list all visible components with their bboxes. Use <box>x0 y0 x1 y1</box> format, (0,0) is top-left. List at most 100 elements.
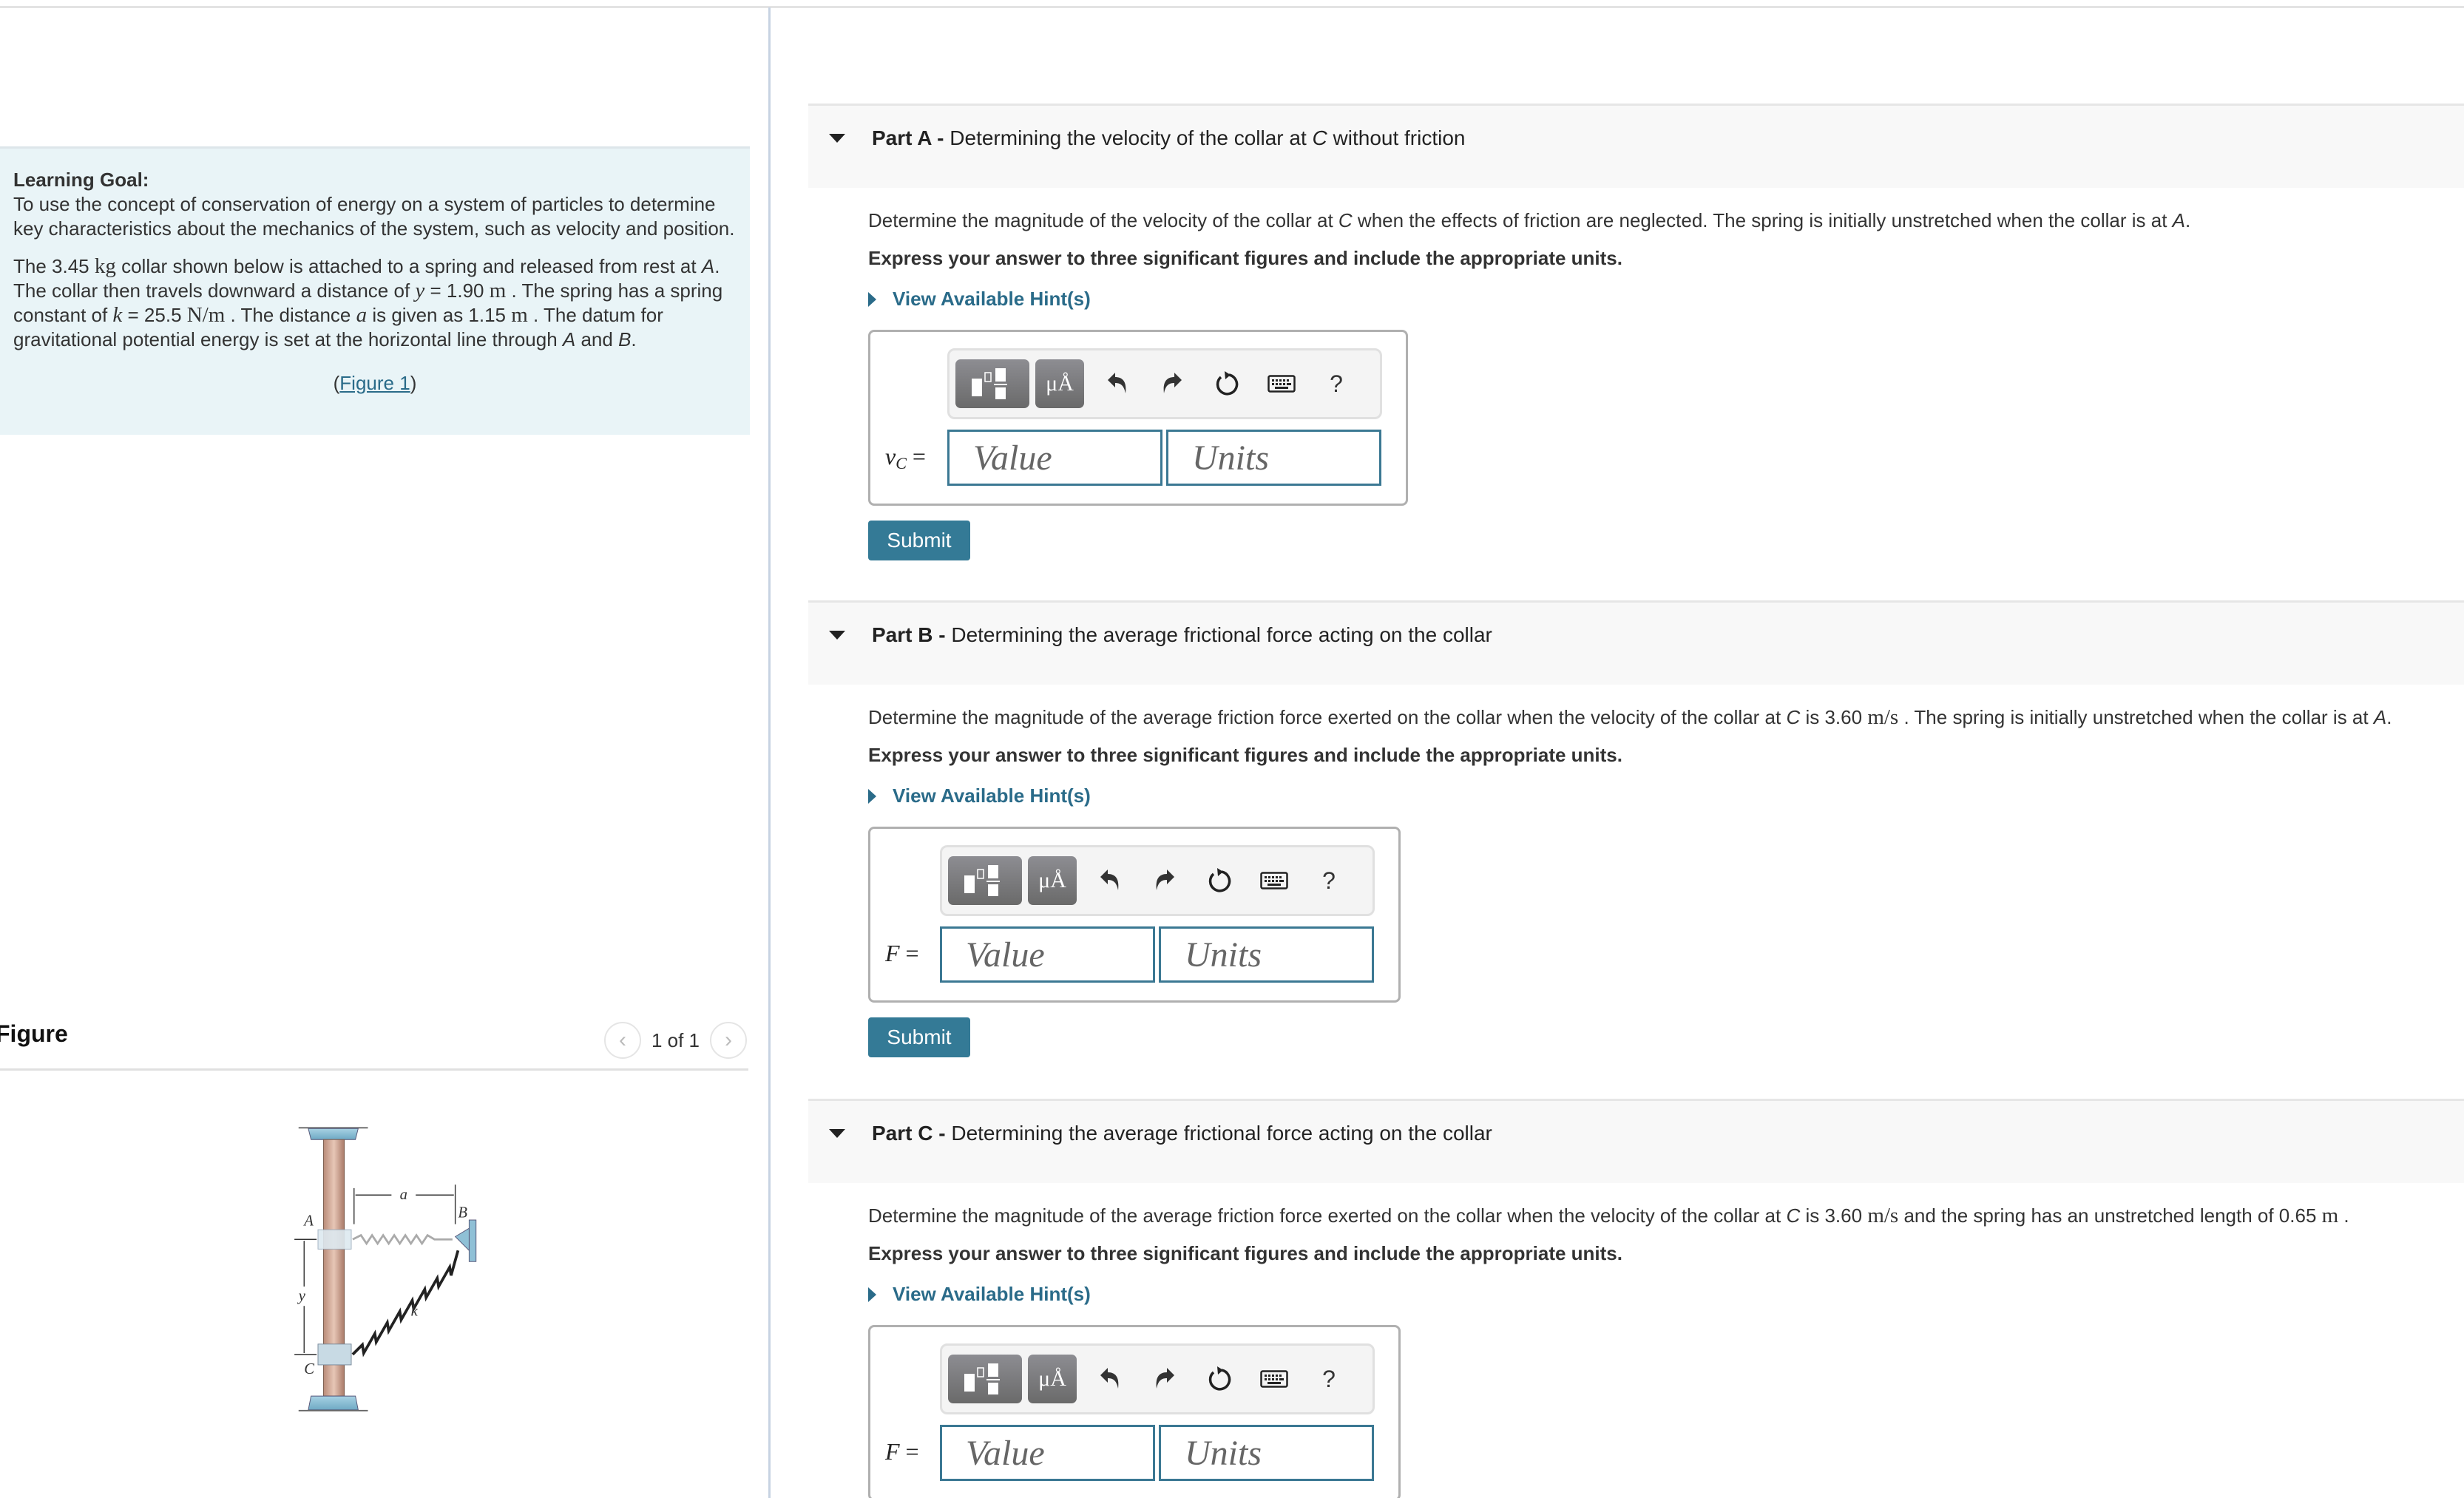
reset-icon <box>1208 1366 1231 1391</box>
collapse-triangle-icon[interactable] <box>829 1129 845 1138</box>
redo-icon <box>1163 373 1182 393</box>
chevron-left-icon: ‹ <box>618 1028 626 1052</box>
caret-right-icon <box>868 1287 876 1302</box>
templates-icon <box>964 1363 1000 1394</box>
help-icon: ? <box>1322 867 1336 894</box>
part-b-instruction: Express your answer to three significant… <box>868 744 1622 766</box>
pane-divider[interactable] <box>768 7 771 1498</box>
math-toolbar: μÅ ? <box>940 845 1375 916</box>
math-toolbar: μÅ ? <box>940 1343 1375 1414</box>
part-b-units-input[interactable] <box>1159 926 1374 983</box>
part-b-body: Determine the magnitude of the average f… <box>808 705 2464 1057</box>
part-c-answer-box: μÅ ? F = <box>868 1325 1401 1498</box>
prev-figure-button[interactable]: ‹ <box>603 1022 641 1059</box>
learning-goal-panel: Learning Goal: To use the concept of con… <box>0 146 750 435</box>
next-figure-button[interactable]: › <box>710 1022 747 1059</box>
part-a-submit-button[interactable]: Submit <box>868 521 970 560</box>
keyboard-button[interactable] <box>1247 1355 1302 1403</box>
problem-statement: The 3.45 kg collar shown below is attach… <box>13 254 723 350</box>
units-button[interactable]: μÅ <box>1028 856 1077 905</box>
templates-button[interactable] <box>948 1355 1022 1403</box>
undo-button[interactable] <box>1083 1355 1137 1403</box>
templates-button[interactable] <box>955 359 1029 408</box>
figure-pager: ‹ 1 of 1 › <box>603 1022 747 1059</box>
part-c-value-input[interactable] <box>940 1425 1155 1481</box>
collar-spring-figure: a B A y C k <box>294 1127 477 1411</box>
top-cap <box>308 1128 359 1140</box>
figure-1-link[interactable]: Figure 1 <box>339 372 410 394</box>
collapse-triangle-icon[interactable] <box>829 134 845 143</box>
undo-icon <box>1108 373 1126 393</box>
help-icon: ? <box>1330 370 1343 397</box>
part-b-value-input[interactable] <box>940 926 1155 983</box>
chevron-right-icon: › <box>725 1028 732 1052</box>
figure-header: Figure ‹ 1 of 1 › <box>0 1017 748 1071</box>
reset-button[interactable] <box>1199 359 1254 408</box>
redo-button[interactable] <box>1145 359 1199 408</box>
redo-icon <box>1156 870 1174 890</box>
bracket <box>454 1227 470 1252</box>
part-a-header[interactable]: Part A - Determining the velocity of the… <box>808 104 2464 188</box>
part-a-prompt: Determine the magnitude of the velocity … <box>868 209 2191 231</box>
part-a-instruction: Express your answer to three significant… <box>868 247 1622 269</box>
units-icon: μÅ <box>1038 1366 1066 1391</box>
part-c-header[interactable]: Part C - Determining the average frictio… <box>808 1099 2464 1183</box>
part-c-title: Part C - Determining the average frictio… <box>872 1122 1492 1145</box>
part-a-value-input[interactable] <box>947 430 1162 486</box>
top-rule <box>0 6 2464 8</box>
part-b-title: Part B - Determining the average frictio… <box>872 623 1492 646</box>
collar-at-a <box>317 1229 352 1250</box>
figure-title: Figure <box>0 1020 68 1047</box>
part-c-instruction: Express your answer to three significant… <box>868 1242 1622 1264</box>
units-button[interactable]: μÅ <box>1028 1355 1077 1403</box>
part-a-answer-box: μÅ ? vC = <box>868 330 1408 506</box>
spring-stretched <box>351 1250 460 1358</box>
redo-button[interactable] <box>1137 856 1192 905</box>
help-button[interactable]: ? <box>1302 856 1356 905</box>
undo-button[interactable] <box>1083 856 1137 905</box>
part-c-units-input[interactable] <box>1159 1425 1374 1481</box>
help-icon: ? <box>1322 1365 1336 1392</box>
collapse-triangle-icon[interactable] <box>829 631 845 640</box>
help-button[interactable]: ? <box>1309 359 1364 408</box>
wall-bracket-b <box>468 1219 477 1262</box>
part-b-header[interactable]: Part B - Determining the average frictio… <box>808 600 2464 685</box>
part-b-view-hints[interactable]: View Available Hint(s) <box>868 784 2464 807</box>
part-c-view-hints[interactable]: View Available Hint(s) <box>868 1283 2464 1306</box>
part-c: Part C - Determining the average frictio… <box>808 1099 2464 1498</box>
reset-button[interactable] <box>1192 856 1247 905</box>
collar-at-c <box>317 1343 352 1366</box>
bottom-cap <box>308 1395 359 1411</box>
part-c-body: Determine the magnitude of the average f… <box>808 1204 2464 1498</box>
caret-right-icon <box>868 291 876 307</box>
keyboard-icon <box>1267 375 1296 393</box>
part-b-answer-box: μÅ ? F = <box>868 827 1401 1003</box>
undo-button[interactable] <box>1090 359 1145 408</box>
keyboard-button[interactable] <box>1254 359 1309 408</box>
templates-button[interactable] <box>948 856 1022 905</box>
part-a: Part A - Determining the velocity of the… <box>808 104 2464 560</box>
label-b: B <box>458 1204 467 1221</box>
part-a-body: Determine the magnitude of the velocity … <box>808 209 2464 560</box>
redo-button[interactable] <box>1137 1355 1192 1403</box>
label-a: a <box>400 1187 407 1203</box>
part-b-submit-button[interactable]: Submit <box>868 1017 970 1057</box>
keyboard-button[interactable] <box>1247 856 1302 905</box>
learning-goal-title: Learning Goal: <box>13 169 149 191</box>
label-k: k <box>411 1303 419 1319</box>
part-b-variable-label: F = <box>885 940 919 966</box>
help-button[interactable]: ? <box>1302 1355 1356 1403</box>
part-c-prompt: Determine the magnitude of the average f… <box>868 1204 2349 1227</box>
reset-button[interactable] <box>1192 1355 1247 1403</box>
label-y: y <box>297 1288 306 1304</box>
units-icon: μÅ <box>1038 868 1066 892</box>
templates-icon <box>972 368 1007 399</box>
keyboard-icon <box>1260 872 1288 889</box>
part-b-prompt: Determine the magnitude of the average f… <box>868 705 2392 729</box>
spring-unstretched <box>352 1233 453 1246</box>
part-a-title: Part A - Determining the velocity of the… <box>872 126 1466 149</box>
units-button[interactable]: μÅ <box>1035 359 1084 408</box>
part-a-units-input[interactable] <box>1166 430 1381 486</box>
part-a-view-hints[interactable]: View Available Hint(s) <box>868 288 2464 311</box>
undo-icon <box>1100 1368 1119 1389</box>
